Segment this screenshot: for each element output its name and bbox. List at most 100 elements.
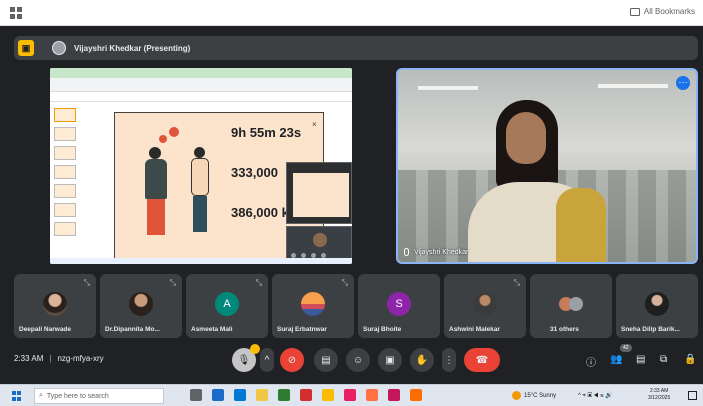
- present-button[interactable]: ▣: [378, 348, 402, 372]
- camera-name: Vijayshri Khedkar: [414, 248, 469, 256]
- avatar: [301, 292, 325, 316]
- participant-tile[interactable]: Sneha Dilip Barik...: [616, 274, 698, 338]
- meeting-details: 2:33 AM | nzg-mfya-xry: [14, 354, 104, 363]
- participant-name: Dr.Dipannita Mo...: [105, 326, 160, 333]
- more-options-icon[interactable]: ⋯: [676, 76, 690, 90]
- bookmarks-label: All Bookmarks: [643, 7, 695, 16]
- presenter-bar: ▣ Vijayshri Khedkar (Presenting): [14, 36, 698, 60]
- task-view-icon[interactable]: [190, 389, 202, 401]
- excel-icon[interactable]: [278, 389, 290, 401]
- clock-time: 2:33 AM: [649, 388, 669, 394]
- screen-taskbar: [50, 258, 352, 264]
- ceiling-light: [418, 86, 478, 90]
- participant-tile[interactable]: ⤡ Deepali Narwade: [14, 274, 96, 338]
- os-taskbar: ⌕ Type here to search 15°C Sunny ^ ⌖ ▣ ◀…: [0, 384, 703, 406]
- separator: |: [49, 354, 52, 363]
- present-icon: ▣: [18, 40, 34, 56]
- chrome-icon[interactable]: [322, 389, 334, 401]
- meeting-code: nzg-mfya-xry: [57, 354, 104, 363]
- leave-call-button[interactable]: ☎: [464, 348, 500, 372]
- illustration-figure: [187, 133, 213, 237]
- presenter-preview-window: [286, 162, 352, 224]
- browser-toolbar: All Bookmarks: [0, 0, 703, 26]
- participant-tile[interactable]: ⤡ Ashwini Malekar: [444, 274, 526, 338]
- windows-start-icon[interactable]: [12, 391, 22, 401]
- captions-icon: ▤: [321, 354, 331, 366]
- camera-off-icon: ⊘: [287, 354, 297, 366]
- file-explorer-icon[interactable]: [256, 389, 268, 401]
- participant-name: Sneha Dilip Barik...: [621, 326, 680, 333]
- notification-icon[interactable]: [688, 391, 697, 400]
- present-screen-icon: ▣: [385, 354, 395, 366]
- participant-name: Ashwini Malekar: [449, 326, 500, 333]
- camera-tile[interactable]: ⋯ Vijayshri Khedkar: [396, 68, 698, 264]
- all-bookmarks-button[interactable]: All Bookmarks: [629, 7, 695, 16]
- browser-tabs: [50, 68, 352, 78]
- mic-options-button[interactable]: ^: [260, 348, 274, 372]
- slides-menu: [50, 92, 352, 102]
- others-tile[interactable]: 31 others: [530, 274, 612, 338]
- chat-icon[interactable]: ▤: [636, 354, 645, 365]
- edge-icon[interactable]: [212, 389, 224, 401]
- hand-icon: ✋: [415, 354, 429, 366]
- pin-icon[interactable]: ⤡: [170, 278, 176, 288]
- search-icon: ⌕: [39, 392, 43, 399]
- app-icon[interactable]: [344, 389, 356, 401]
- more-options-button[interactable]: ⋮: [442, 348, 456, 372]
- avatar: A: [215, 292, 239, 316]
- app-icon[interactable]: [300, 389, 312, 401]
- chevron-up-icon: ^: [264, 354, 270, 366]
- participant-tile[interactable]: S Suraj Bhoite: [358, 274, 440, 338]
- captions-button[interactable]: ▤: [314, 348, 338, 372]
- app-icon[interactable]: [410, 389, 422, 401]
- sun-icon: [512, 391, 521, 400]
- pin-icon[interactable]: ⤡: [514, 278, 520, 288]
- system-tray-icons[interactable]: ^ ⌖ ▣ ◀ ≋ 🔊: [578, 392, 613, 400]
- camera-button[interactable]: ⊘: [280, 348, 304, 372]
- app-icon[interactable]: [388, 389, 400, 401]
- taskbar-search-input[interactable]: ⌕ Type here to search: [34, 388, 164, 404]
- people-icon[interactable]: 👥: [610, 354, 622, 365]
- mic-button[interactable]: 🎙: [232, 344, 260, 372]
- slide-thumbnail: [54, 184, 76, 198]
- taskbar-clock[interactable]: 2:33 AM 3/12/2025: [648, 388, 670, 402]
- mic-alert-badge: [250, 344, 260, 354]
- participant-tile[interactable]: ⤡ Suraj Erbatnwar: [272, 274, 354, 338]
- avatar: [43, 292, 67, 316]
- close-icon[interactable]: ×: [312, 120, 317, 129]
- slide-stat: 386,000 k: [231, 205, 289, 220]
- raise-hand-button[interactable]: ✋: [410, 348, 434, 372]
- pin-icon[interactable]: ⤡: [84, 278, 90, 288]
- weather-text: 15°C Sunny: [524, 392, 557, 399]
- speech-bubble-icon: [169, 127, 179, 137]
- person-scarf: [556, 188, 606, 262]
- edge-dev-icon[interactable]: [234, 389, 246, 401]
- pin-icon[interactable]: ⤡: [342, 278, 348, 288]
- meet-stage: ▣ Vijayshri Khedkar (Presenting) 9h 55m …: [0, 26, 703, 380]
- weather-widget[interactable]: 15°C Sunny: [512, 391, 556, 400]
- slide-thumbnails: [54, 108, 80, 258]
- avatar: S: [387, 292, 411, 316]
- slide-thumbnail: [54, 146, 76, 160]
- slides-toolbar: [50, 78, 352, 92]
- preview-slide: [293, 173, 349, 217]
- host-controls-icon[interactable]: 🔒: [684, 354, 696, 365]
- avatar: [645, 292, 669, 316]
- camera-name-label: Vijayshri Khedkar: [404, 248, 468, 256]
- pin-icon[interactable]: ⤡: [256, 278, 262, 288]
- participant-tile[interactable]: ⤡ A Asmeeta Mali: [186, 274, 268, 338]
- participant-name: Suraj Bhoite: [363, 326, 402, 333]
- apps-grid-icon[interactable]: [10, 7, 22, 19]
- reactions-button[interactable]: ☺: [346, 348, 370, 372]
- activities-icon[interactable]: ⧉: [660, 354, 667, 365]
- slide-thumbnail: [54, 165, 76, 179]
- participant-strip: ⤡ Deepali Narwade ⤡ Dr.Dipannita Mo... ⤡…: [14, 274, 700, 338]
- clock-date: 3/12/2025: [648, 395, 671, 401]
- participant-tile[interactable]: ⤡ Dr.Dipannita Mo...: [100, 274, 182, 338]
- slide-thumbnail: [54, 222, 76, 236]
- firefox-icon[interactable]: [366, 389, 378, 401]
- group-avatar: [556, 292, 586, 316]
- folder-icon: [629, 7, 640, 16]
- shared-screen[interactable]: 9h 55m 23s 333,000 386,000 k ×: [50, 68, 352, 264]
- info-icon[interactable]: ⓘ: [586, 354, 596, 369]
